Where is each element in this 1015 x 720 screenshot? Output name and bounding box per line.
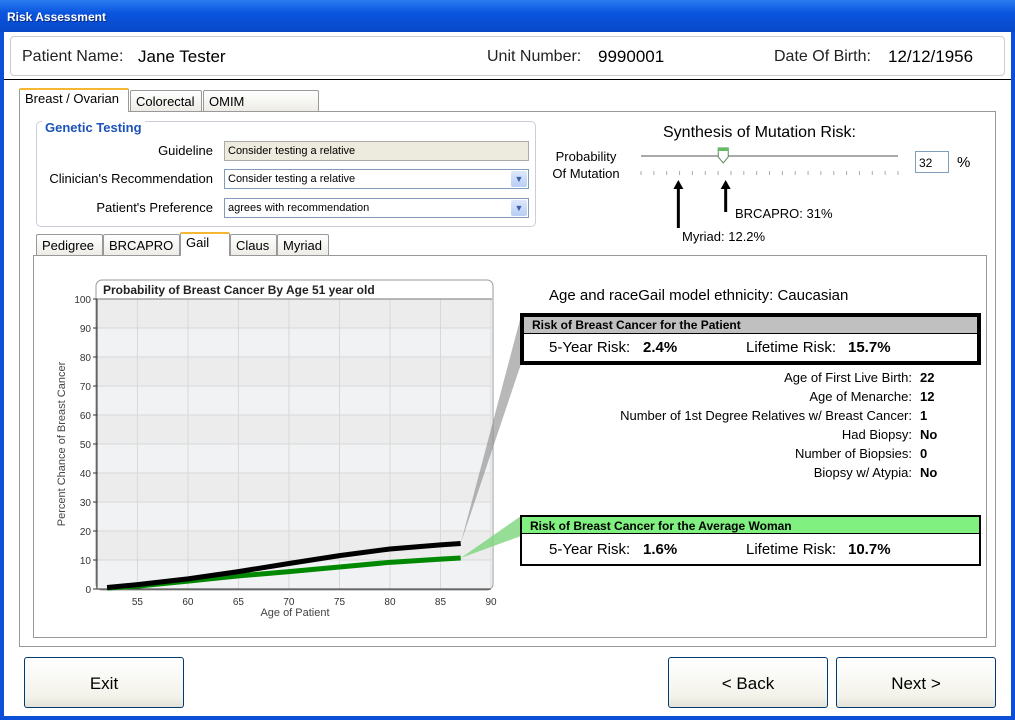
plot-band xyxy=(97,444,491,473)
factor-label: Number of 1st Degree Relatives w/ Breast… xyxy=(620,408,912,423)
average-lifetime-label: Lifetime Risk: xyxy=(746,541,837,558)
average-five-year-value: 1.6% xyxy=(643,541,678,558)
exit-button[interactable]: Exit xyxy=(24,657,184,708)
factor-label: Biopsy w/ Atypia: xyxy=(813,465,912,480)
patient-risk-box: Risk of Breast Cancer for the Patient 5-… xyxy=(520,313,981,365)
plot-band xyxy=(97,386,491,415)
factor-value: No xyxy=(920,427,938,442)
y-tick-label: 60 xyxy=(80,411,92,422)
patient-risk-title: Risk of Breast Cancer for the Patient xyxy=(524,317,977,334)
patient-five-year-value: 2.4% xyxy=(643,339,678,356)
x-tick-label: 75 xyxy=(334,597,346,608)
x-tick-label: 55 xyxy=(132,597,144,608)
back-button[interactable]: < Back xyxy=(668,657,828,708)
average-risk-box: Risk of Breast Cancer for the Average Wo… xyxy=(520,515,981,566)
factor-value: No xyxy=(920,465,938,480)
y-tick-label: 40 xyxy=(80,469,92,480)
y-tick-label: 90 xyxy=(80,324,92,335)
y-tick-label: 50 xyxy=(80,440,92,451)
y-tick-label: 70 xyxy=(80,382,92,393)
factor-label: Had Biopsy: xyxy=(841,427,912,442)
y-tick-label: 0 xyxy=(85,585,91,596)
factor-label: Number of Biopsies: xyxy=(794,446,912,461)
y-tick-label: 80 xyxy=(80,353,92,364)
patient-lifetime-value: 15.7% xyxy=(848,339,891,356)
average-lifetime-value: 10.7% xyxy=(848,541,891,558)
factor-value: 0 xyxy=(920,446,928,461)
x-tick-label: 80 xyxy=(384,597,396,608)
ethnicity-text: Age and raceGail model ethnicity: Caucas… xyxy=(549,287,849,304)
next-button[interactable]: Next > xyxy=(836,657,996,708)
plot-band xyxy=(97,502,491,531)
y-tick-label: 10 xyxy=(80,556,92,567)
x-tick-label: 85 xyxy=(435,597,447,608)
patient-five-year-label: 5-Year Risk: xyxy=(549,339,631,356)
tab-breast-ovarian[interactable]: Breast / Ovarian xyxy=(19,88,129,112)
factor-value: 1 xyxy=(920,408,928,423)
y-tick-label: 30 xyxy=(80,498,92,509)
chart-title: Probability of Breast Cancer By Age 51 y… xyxy=(103,283,375,297)
factor-value: 12 xyxy=(920,389,935,404)
x-tick-label: 65 xyxy=(233,597,245,608)
average-risk-title: Risk of Breast Cancer for the Average Wo… xyxy=(522,517,979,534)
x-tick-label: 60 xyxy=(182,597,194,608)
x-axis-label: Age of Patient xyxy=(260,607,329,619)
factor-label: Age of First Live Birth: xyxy=(784,370,912,385)
y-tick-label: 20 xyxy=(80,527,92,538)
y-tick-label: 100 xyxy=(74,295,91,306)
average-five-year-label: 5-Year Risk: xyxy=(549,541,631,558)
y-axis-label: Percent Chance of Breast Cancer xyxy=(56,361,68,526)
patient-lifetime-label: Lifetime Risk: xyxy=(746,339,837,356)
tab-gail[interactable]: Gail xyxy=(180,232,230,256)
factor-value: 22 xyxy=(920,370,935,385)
plot-band xyxy=(97,328,491,357)
x-tick-label: 90 xyxy=(485,597,497,608)
factor-label: Age of Menarche: xyxy=(809,389,912,404)
